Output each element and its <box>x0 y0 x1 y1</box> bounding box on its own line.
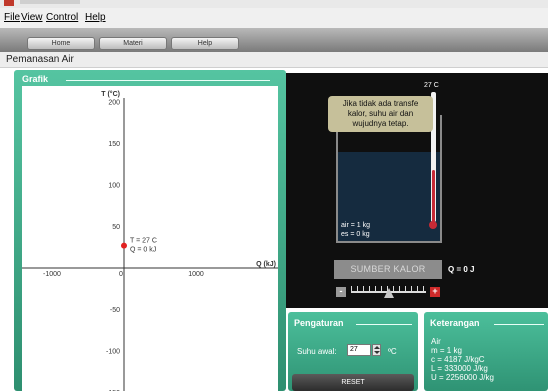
menu-bar: File View Control Help <box>0 8 548 28</box>
water-mass-label: air = 1 kg <box>341 222 370 229</box>
reset-button[interactable]: RESET <box>292 374 414 391</box>
menu-view[interactable]: View <box>21 12 43 23</box>
heat-source-button[interactable]: SUMBER KALOR <box>334 260 442 279</box>
info-tooltip: Jika tidak ada transfe kalor, suhu air d… <box>328 96 433 132</box>
menu-control[interactable]: Control <box>46 12 78 23</box>
x-tick-label: 1000 <box>188 271 204 278</box>
menu-file[interactable]: File <box>4 12 20 23</box>
y-tick-label: -100 <box>106 349 120 356</box>
menu-help[interactable]: Help <box>85 12 106 23</box>
decrease-heat-button[interactable]: - <box>336 287 346 297</box>
initial-temp-label: Suhu awal: <box>297 347 337 356</box>
initial-temp-stepper[interactable] <box>372 344 381 356</box>
y-tick-label: 50 <box>112 224 120 231</box>
x-tick-label: 0 <box>119 271 123 278</box>
app-icon <box>4 0 14 6</box>
info-specific-heat: c = 4187 J/kgC <box>431 355 485 364</box>
nav-bar: Home Materi Help <box>0 28 548 52</box>
thermometer-mercury <box>432 170 435 224</box>
y-tick-label: 100 <box>108 183 120 190</box>
increase-heat-button[interactable]: + <box>430 287 440 297</box>
info-rule <box>494 324 544 325</box>
thermometer-reading: 27 C <box>424 82 439 89</box>
heat-slider-thumb[interactable] <box>384 288 394 298</box>
y-tick-label: -50 <box>110 307 120 314</box>
x-tick-label: -1000 <box>43 271 61 278</box>
data-point <box>121 242 127 249</box>
y-tick-label: 150 <box>108 141 120 148</box>
tooltip-line-2: kalor, suhu air dan <box>347 109 414 118</box>
thermometer-bulb <box>429 221 437 229</box>
page-title: Pemanasan Air <box>6 54 74 65</box>
settings-title: Pengaturan <box>294 318 344 328</box>
stepper-up-icon[interactable] <box>374 346 380 349</box>
graph-panel: Grafik 20015010050-50-100-150-100001000T… <box>14 70 286 391</box>
initial-temp-input[interactable]: 27 <box>347 344 371 356</box>
y-tick-label: 200 <box>108 100 120 107</box>
tooltip-line-1: Jika tidak ada transfe <box>342 99 419 108</box>
materi-button[interactable]: Materi <box>99 37 167 50</box>
settings-rule <box>356 324 412 325</box>
graph-panel-title: Grafik <box>22 74 49 84</box>
x-axis-label: Q (kJ) <box>256 261 276 268</box>
help-button[interactable]: Help <box>171 37 239 50</box>
info-title: Keterangan <box>430 318 480 328</box>
info-mass: m = 1 kg <box>431 346 462 355</box>
info-latent-vapor: U = 2256000 J/kg <box>431 373 494 382</box>
initial-temp-unit: ºC <box>388 347 397 356</box>
ice-mass-label: es = 0 kg <box>341 231 370 238</box>
plot-area: 20015010050-50-100-150-100001000T (°C)Q … <box>22 86 278 391</box>
info-substance: Air <box>431 337 441 346</box>
window-titlebar <box>0 0 548 8</box>
point-annotation: T = 27 C <box>130 238 157 245</box>
stepper-down-icon[interactable] <box>374 351 380 354</box>
heat-readout: Q = 0 J <box>448 265 475 274</box>
temperature-heat-chart: 20015010050-50-100-150-100001000T (°C)Q … <box>22 90 278 391</box>
tooltip-line-3: wujudnya tetap. <box>352 119 409 128</box>
point-annotation: Q = 0 kJ <box>130 247 156 254</box>
page-header: Pemanasan Air <box>0 52 548 68</box>
home-button[interactable]: Home <box>27 37 95 50</box>
y-axis-label: T (°C) <box>101 90 120 98</box>
window-title <box>20 0 80 4</box>
info-latent-fusion: L = 333000 J/kg <box>431 364 488 373</box>
graph-panel-rule <box>66 80 270 81</box>
